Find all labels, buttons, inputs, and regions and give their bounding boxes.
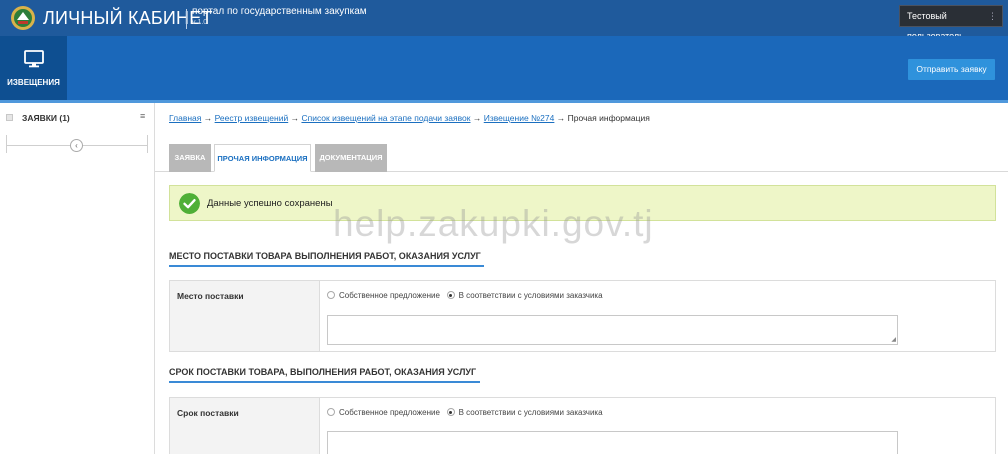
radio-label-customer-terms[interactable]: В соответствии с условиями заказчика: [459, 408, 603, 417]
field-label-cell: Место поставки: [170, 281, 320, 351]
checkmark-icon: [179, 193, 200, 214]
radio-own-proposal[interactable]: [327, 291, 335, 299]
nav-tab-notices[interactable]: ИЗВЕЩЕНИЯ: [0, 36, 67, 100]
section-underline: [169, 381, 480, 383]
user-menu-button[interactable]: Тестовый пользователь ⋮: [899, 5, 1003, 41]
radio-customer-terms[interactable]: [446, 291, 455, 299]
section-title-delivery-place: МЕСТО ПОСТАВКИ ТОВАРА ВЫПОЛНЕНИЯ РАБОТ, …: [169, 251, 481, 261]
delivery-term-options: Собственное предложение В соответствии с…: [327, 408, 603, 417]
brand-divider: [186, 9, 187, 29]
brand-title[interactable]: ЛИЧНЫЙ КАБИНЕТ: [43, 8, 213, 29]
delivery-term-textarea[interactable]: [327, 431, 898, 454]
breadcrumb-separator: →: [290, 113, 300, 123]
resize-handle-icon[interactable]: ◢: [891, 337, 896, 343]
breadcrumb-separator: →: [556, 113, 566, 123]
breadcrumb-separator: →: [472, 113, 482, 123]
section-title-delivery-term: СРОК ПОСТАВКИ ТОВАРА, ВЫПОЛНЕНИЯ РАБОТ, …: [169, 367, 477, 377]
delivery-term-row: Срок поставки Собственное предложение В …: [169, 397, 996, 454]
tab-other-info[interactable]: ПРОЧАЯ ИНФОРМАЦИЯ: [214, 144, 311, 172]
monitor-icon: [24, 50, 44, 68]
breadcrumb-notice[interactable]: Извещение №274: [484, 113, 555, 123]
delivery-place-row: Место поставки Собственное предложение В…: [169, 280, 996, 352]
tab-documentation[interactable]: ДОКУМЕНТАЦИЯ: [315, 144, 387, 172]
success-message: Данные успешно сохранены: [207, 198, 333, 209]
sidebar-menu-icon[interactable]: ≡: [140, 111, 145, 121]
field-label-cell: Срок поставки: [170, 398, 320, 454]
breadcrumb-separator: →: [203, 113, 213, 123]
breadcrumb-home[interactable]: Главная: [169, 113, 201, 123]
send-application-button[interactable]: Отправить заявку: [908, 59, 995, 80]
delivery-place-options: Собственное предложение В соответствии с…: [327, 291, 603, 300]
breadcrumb-notice-registry[interactable]: Реестр извещений: [215, 113, 289, 123]
tab-application[interactable]: ЗАЯВКА: [169, 144, 211, 172]
emblem-logo-icon: [11, 6, 35, 30]
field-label-delivery-term: Срок поставки: [177, 408, 239, 418]
sidebar: ЗАЯВКИ (1) ≡ ‹: [0, 103, 155, 454]
radio-label-own-proposal[interactable]: Собственное предложение: [339, 291, 440, 300]
radio-customer-terms[interactable]: [446, 408, 455, 416]
delivery-place-textarea[interactable]: ◢: [327, 315, 898, 345]
breadcrumb-notice-list[interactable]: Список извещений на этапе подачи заявок: [301, 113, 470, 123]
nav-band: [0, 36, 1008, 100]
portal-subtitle: портал по государственным закупкам: [192, 6, 367, 17]
section-underline: [169, 265, 484, 267]
radio-label-customer-terms[interactable]: В соответствии с условиями заказчика: [459, 291, 603, 300]
sidebar-item-checkbox[interactable]: [6, 114, 13, 121]
collapse-sidebar-icon[interactable]: ‹: [70, 139, 83, 152]
breadcrumb: Главная → Реестр извещений → Список изве…: [169, 113, 650, 123]
radio-own-proposal[interactable]: [327, 408, 335, 416]
sidebar-item-applications[interactable]: ЗАЯВКИ (1): [22, 113, 70, 123]
sidebar-divider-left: [6, 135, 7, 153]
breadcrumb-current: Прочая информация: [567, 113, 650, 123]
version-label: v 1.0: [192, 19, 208, 26]
kebab-menu-icon: ⋮: [988, 11, 997, 21]
sidebar-divider-right: [147, 135, 148, 153]
nav-tab-label: ИЗВЕЩЕНИЯ: [7, 78, 60, 87]
field-label-delivery-place: Место поставки: [177, 291, 244, 301]
radio-label-own-proposal[interactable]: Собственное предложение: [339, 408, 440, 417]
watermark: help.zakupki.gov.tj: [333, 203, 654, 244]
